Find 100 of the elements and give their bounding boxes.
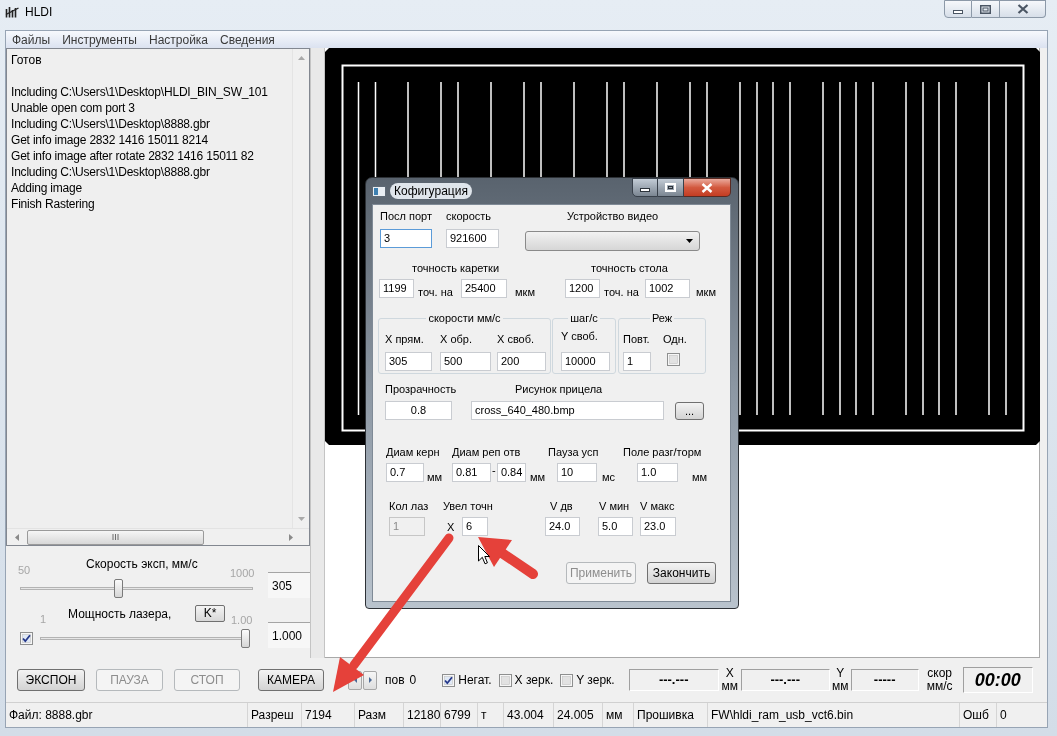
coefficient-button[interactable]: K*	[195, 605, 225, 622]
status-text: 12180	[404, 703, 441, 727]
input-field[interactable]: 921600	[446, 229, 499, 248]
unit-label: X	[447, 519, 456, 534]
log-line: Including C:\Users\1\Desktop\8888.gbr	[11, 116, 211, 132]
checkbox[interactable]	[560, 673, 574, 687]
field-label: Посл порт	[380, 209, 432, 223]
input-field[interactable]: 5.0	[598, 517, 633, 536]
log-line: Unable open com port 3	[11, 100, 136, 116]
log-line: Including C:\Users\1\Desktop\HLDI_BIN_SW_101	[11, 84, 269, 100]
slider-thumb[interactable]	[114, 578, 124, 598]
unit-label: мм	[529, 470, 545, 484]
field-label: Поле разг/торм	[623, 445, 703, 459]
input-field[interactable]: 0.7	[386, 463, 424, 482]
minimize-button[interactable]	[944, 0, 972, 18]
slider-max-label: 1000	[230, 566, 255, 580]
maximize-button[interactable]	[972, 0, 1000, 18]
action-button[interactable]: ЭКСПОН	[17, 669, 85, 691]
field-label: V дв	[549, 499, 574, 513]
annotation-arrow	[478, 537, 538, 579]
slider-max-label: 1.00	[231, 613, 253, 627]
input-field[interactable]: 0.8	[385, 401, 452, 420]
scroll-right-icon	[289, 533, 293, 541]
input-field[interactable]: 200	[497, 352, 546, 371]
slider-thumb[interactable]	[241, 628, 250, 648]
log-line: Finish Rastering	[11, 196, 96, 212]
menu-item[interactable]: Сведения	[214, 31, 281, 48]
log-line: Adding image	[11, 180, 83, 196]
group-label: Реж	[649, 311, 675, 325]
status-text: Разреш	[248, 703, 302, 727]
rotation-value: 0	[409, 672, 417, 689]
checkbox-label[interactable]: Y зерк.	[576, 671, 615, 689]
checkbox-label[interactable]: X зерк.	[514, 671, 554, 689]
caret-icon	[686, 239, 693, 243]
field-label: V мин	[598, 499, 631, 513]
input-field[interactable]: 25400	[461, 279, 507, 298]
status-text: 0	[999, 707, 1008, 724]
window-title: HLDI	[25, 4, 53, 20]
maximize-icon	[980, 4, 991, 14]
browse-button[interactable]: ...	[675, 402, 704, 420]
input-field[interactable]: 1200	[565, 279, 600, 298]
value-display: ---.---	[628, 669, 719, 691]
input-field[interactable]: 24.0	[545, 517, 580, 536]
slider-min-label: 1	[40, 612, 48, 626]
action-button[interactable]: КАМЕРА	[258, 669, 324, 691]
unit-label: точ. на	[603, 285, 640, 299]
input-field[interactable]: 6	[462, 517, 488, 536]
input-field[interactable]: 23.0	[640, 517, 676, 536]
input-field[interactable]: 10	[557, 463, 597, 482]
input-field[interactable]: 1.0	[637, 463, 678, 482]
dialog-button[interactable]: Закончить	[647, 562, 716, 584]
input-field[interactable]: 0.84	[496, 463, 526, 482]
input-field[interactable]: 1002	[645, 279, 690, 298]
input-field[interactable]: 305	[385, 352, 432, 371]
input-field[interactable]: 0.81	[452, 463, 491, 482]
slider-title: Мощность лазера,	[68, 607, 173, 621]
triangle-right-icon	[368, 677, 372, 683]
scrollbar-thumb[interactable]	[27, 529, 204, 545]
field-label: Y своб.	[561, 329, 599, 343]
status-text: 7194	[302, 703, 355, 727]
slider-track[interactable]	[40, 628, 250, 648]
slider-track[interactable]	[20, 578, 253, 598]
unit-label: -	[491, 463, 497, 477]
menu-item[interactable]: Настройка	[142, 31, 215, 48]
close-button[interactable]	[684, 178, 731, 197]
input-field[interactable]: 10000	[561, 352, 610, 371]
checkbox[interactable]	[498, 673, 512, 687]
checkbox[interactable]	[667, 353, 680, 366]
window-icon	[372, 186, 386, 197]
minimize-button[interactable]	[632, 178, 658, 197]
unit-label: мкм	[695, 285, 716, 299]
app-icon	[5, 6, 19, 18]
input-field[interactable]: 500	[440, 352, 491, 371]
log-line: Get info image after rotate 2832 1416 15011 82	[11, 148, 255, 164]
checkbox-label[interactable]: Негат.	[458, 671, 492, 689]
input-field[interactable]: 3	[380, 229, 432, 248]
field-label: X обр.	[440, 332, 473, 346]
axis-label: X	[725, 667, 734, 680]
log-line: Get info image 2832 1416 15011 8214	[11, 132, 209, 148]
status-text: т	[478, 703, 504, 727]
horizontal-scrollbar[interactable]	[7, 528, 309, 545]
close-icon	[1016, 4, 1029, 14]
unit-label: мм	[831, 680, 849, 693]
status-text: 43.004	[504, 703, 554, 727]
dropdown[interactable]	[525, 231, 700, 251]
log-line: Including C:\Users\1\Desktop\8888.gbr	[11, 164, 211, 180]
checkbox[interactable]	[20, 631, 33, 645]
status-text: 6799	[441, 703, 478, 727]
status-text: 24.005	[554, 703, 603, 727]
menu-item[interactable]: Файлы	[6, 31, 57, 48]
input-field[interactable]: 1	[623, 352, 651, 371]
spin-button[interactable]	[363, 670, 377, 690]
close-button[interactable]	[1000, 0, 1046, 18]
menu-item[interactable]: Инструменты	[56, 31, 143, 48]
group-label: скорости мм/с	[426, 311, 503, 325]
input-field[interactable]: 1199	[379, 279, 414, 298]
checkbox[interactable]	[442, 673, 456, 687]
input-field[interactable]: cross_640_480.bmp	[471, 401, 664, 420]
maximize-button[interactable]	[658, 178, 684, 197]
status-text: Ошб	[960, 703, 997, 727]
